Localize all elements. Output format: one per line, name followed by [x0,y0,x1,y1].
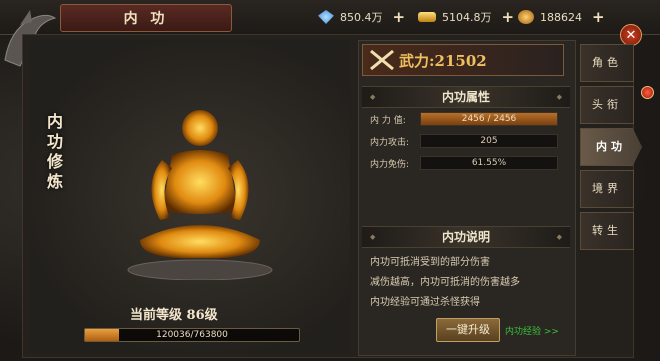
attr-value-bar: 2456 / 2456 [420,112,558,126]
top-bar: 内 功 850.4万 + 5104.8万 + 188624 + [0,0,660,67]
coin-value: 188624 [540,10,582,24]
power-banner: 武力:21502 [362,44,564,76]
exp-progress-text: 120036/763800 [156,330,228,340]
attributes-header: 内功属性 [362,86,570,108]
attr-row-internal-power: 内 力 值: 2456 / 2456 [370,112,558,126]
internal-exp-link[interactable]: 内功经验 >> [505,324,559,337]
crossed-swords-icon [370,49,394,71]
attr-label: 内力免伤: [370,159,410,170]
cultivation-title: 内功修炼 [46,112,63,191]
tab-rebirth[interactable]: 转生 [580,212,634,250]
add-gold-button[interactable]: + [502,8,515,26]
notification-badge-icon [641,86,654,99]
attr-label: 内力攻击: [370,137,410,148]
close-icon: ✕ [625,27,637,43]
tab-character[interactable]: 角色 [580,44,634,82]
description-line: 减伤越高，内功可抵消的伤害越多 [370,277,520,288]
description-line: 内功可抵消受到的部分伤害 [370,257,490,268]
diamond-icon [318,10,334,24]
page-title: 内 功 [60,4,232,32]
resource-gold: 5104.8万 + [418,8,514,26]
add-diamonds-button[interactable]: + [393,8,406,26]
tab-realm[interactable]: 境界 [580,170,634,208]
gold-value: 5104.8万 [442,11,492,24]
attr-row-damage-reduction: 内力免伤: 61.55% [370,156,558,170]
resource-coins: 188624 + [518,8,605,26]
attr-value: 61.55% [420,156,558,170]
attr-value: 205 [420,134,558,148]
current-level-label: 当前等级 86级 [130,308,218,323]
add-coins-button[interactable]: + [592,8,605,26]
one-click-upgrade-button[interactable]: 一键升级 [436,318,500,342]
tab-internal-skill[interactable]: 内功 [580,128,642,166]
description-header: 内功说明 [362,226,570,248]
close-button[interactable]: ✕ [620,24,642,46]
power-value: 武力:21502 [399,51,487,70]
gold-ingot-icon [418,12,436,22]
description-line: 内功经验可通过杀怪获得 [370,297,480,308]
coin-icon [518,10,534,24]
diamond-value: 850.4万 [340,11,383,24]
meditating-figure-icon [127,110,273,280]
tab-title[interactable]: 头衔 [580,86,634,124]
attr-label: 内 力 值: [370,115,406,126]
resource-diamonds: 850.4万 + [318,8,405,26]
exp-progress-bar: 120036/763800 [84,328,300,342]
attr-row-attack: 内力攻击: 205 [370,134,558,148]
